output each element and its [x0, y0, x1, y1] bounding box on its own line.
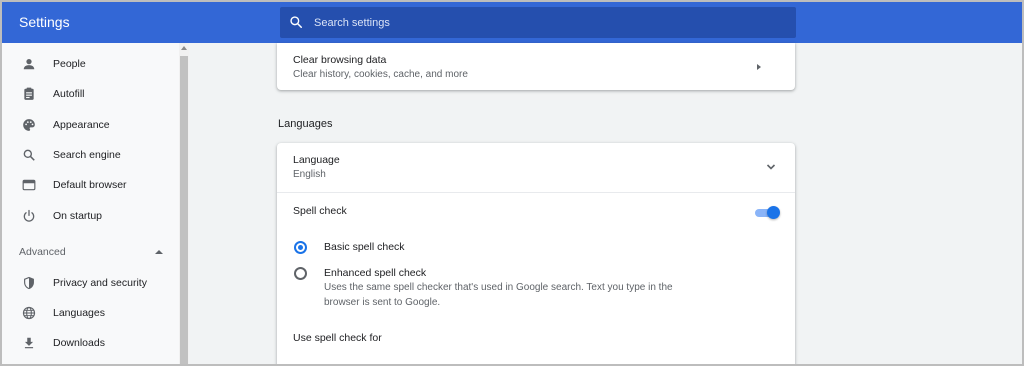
spell-check-toggle[interactable] — [755, 206, 780, 220]
enhanced-spell-check-radio[interactable] — [294, 267, 307, 280]
enhanced-spell-check-description: browser is sent to Google. — [324, 297, 441, 308]
search-input[interactable] — [314, 7, 774, 38]
language-row-value: English — [293, 169, 326, 180]
use-spell-check-for-label: Use spell check for — [293, 332, 382, 344]
basic-spell-check-label: Basic spell check — [324, 241, 405, 253]
language-row[interactable]: Language English — [277, 143, 795, 192]
chevron-down-icon[interactable] — [766, 163, 776, 171]
enhanced-spell-check-description: Uses the same spell checker that's used … — [324, 282, 673, 293]
sidebar-item-appearance[interactable]: Appearance — [2, 111, 179, 139]
languages-section-title: Languages — [278, 118, 333, 130]
scroll-up-arrow-icon[interactable] — [181, 46, 187, 50]
globe-icon — [21, 305, 37, 321]
power-icon — [21, 208, 37, 224]
sidebar-item-label: People — [53, 58, 86, 70]
settings-header: Settings — [2, 2, 1022, 43]
page-title: Settings — [19, 14, 70, 30]
clear-browsing-subtitle: Clear history, cookies, cache, and more — [293, 69, 468, 80]
arrow-right-icon — [757, 64, 761, 70]
search-box[interactable] — [280, 7, 796, 38]
clipboard-icon — [21, 86, 37, 102]
divider — [277, 192, 795, 193]
sidebar-item-privacy[interactable]: Privacy and security — [2, 269, 179, 297]
search-icon — [290, 16, 303, 29]
main-content: Clear browsing data Clear history, cooki… — [189, 43, 1022, 366]
advanced-toggle[interactable]: Advanced — [2, 239, 179, 265]
sidebar-item-label: Default browser — [53, 179, 127, 191]
sidebar-item-label: Privacy and security — [53, 277, 147, 289]
languages-card: Language English Spell check Basic spell… — [277, 143, 795, 366]
sidebar: People Autofill Appearance Search engine… — [2, 43, 179, 364]
palette-icon — [21, 117, 37, 133]
sidebar-item-label: Languages — [53, 307, 105, 319]
download-icon — [21, 335, 37, 351]
scrollbar-thumb[interactable] — [180, 56, 188, 364]
sidebar-item-label: Downloads — [53, 337, 105, 349]
caret-up-icon — [155, 250, 163, 254]
sidebar-item-default-browser[interactable]: Default browser — [2, 171, 179, 199]
sidebar-item-search-engine[interactable]: Search engine — [2, 141, 179, 169]
clear-browsing-card: Clear browsing data Clear history, cooki… — [277, 43, 795, 90]
sidebar-item-languages[interactable]: Languages — [2, 299, 179, 327]
language-row-title: Language — [293, 154, 340, 166]
person-icon — [21, 56, 37, 72]
sidebar-item-on-startup[interactable]: On startup — [2, 202, 179, 230]
sidebar-item-downloads[interactable]: Downloads — [2, 329, 179, 357]
spell-check-label: Spell check — [293, 205, 347, 217]
sidebar-item-people[interactable]: People — [2, 50, 179, 78]
enhanced-spell-check-label: Enhanced spell check — [324, 267, 427, 279]
sidebar-item-label: Appearance — [53, 119, 110, 131]
advanced-label: Advanced — [19, 246, 66, 258]
search-icon — [21, 147, 37, 163]
sidebar-item-label: Autofill — [53, 88, 85, 100]
toggle-knob — [767, 206, 780, 219]
clear-browsing-row[interactable]: Clear browsing data Clear history, cooki… — [277, 43, 795, 90]
sidebar-item-label: Search engine — [53, 149, 121, 161]
clear-browsing-title: Clear browsing data — [293, 54, 387, 66]
basic-spell-check-radio[interactable] — [294, 241, 307, 254]
sidebar-scrollbar[interactable] — [179, 43, 189, 364]
shield-icon — [21, 275, 37, 291]
sidebar-item-autofill[interactable]: Autofill — [2, 80, 179, 108]
browser-icon — [21, 177, 37, 193]
sidebar-item-label: On startup — [53, 210, 103, 222]
